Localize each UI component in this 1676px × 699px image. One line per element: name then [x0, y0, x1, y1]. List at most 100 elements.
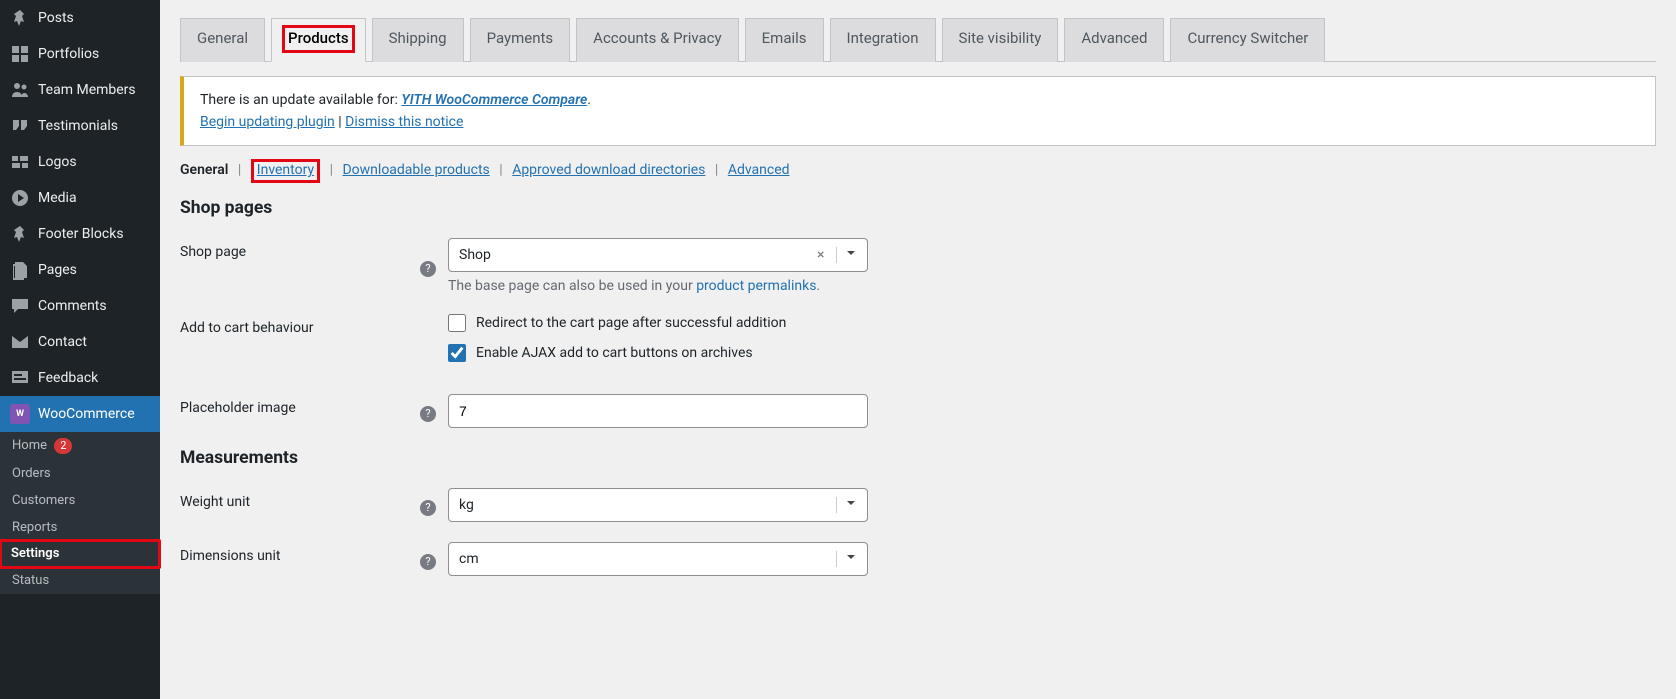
- help-icon[interactable]: ?: [420, 261, 436, 277]
- help-icon[interactable]: ?: [420, 406, 436, 422]
- sidebar-item-footer-blocks[interactable]: Footer Blocks: [0, 216, 160, 252]
- pin-icon: [10, 8, 30, 28]
- pages-icon: [10, 260, 30, 280]
- submenu-label: Orders: [12, 466, 51, 481]
- tab-shipping[interactable]: Shipping: [372, 18, 464, 62]
- mail-icon: [10, 332, 30, 352]
- sidebar-item-label: Logos: [38, 154, 77, 170]
- sidebar-item-label: Pages: [38, 262, 77, 278]
- sidebar-item-feedback[interactable]: Feedback: [0, 360, 160, 396]
- product-permalinks-link[interactable]: product permalinks: [696, 278, 816, 294]
- tab-general[interactable]: General: [180, 18, 265, 62]
- sidebar-item-contact[interactable]: Contact: [0, 324, 160, 360]
- sidebar-item-logos[interactable]: Logos: [0, 144, 160, 180]
- chevron-down-icon: [836, 497, 857, 513]
- settings-tabs: General Products Shipping Payments Accou…: [180, 18, 1656, 62]
- submenu-label: Status: [12, 573, 49, 588]
- sidebar-item-posts[interactable]: Posts: [0, 0, 160, 36]
- submenu-label: Settings: [11, 546, 59, 561]
- shop-page-label: Shop page: [180, 238, 420, 260]
- notice-text: There is an update available for:: [200, 92, 401, 108]
- comment-icon: [10, 296, 30, 316]
- submenu-item-settings[interactable]: Settings: [0, 539, 161, 569]
- placeholder-image-input[interactable]: [448, 394, 868, 428]
- tab-emails[interactable]: Emails: [745, 18, 824, 62]
- sidebar-item-comments[interactable]: Comments: [0, 288, 160, 324]
- tab-payments[interactable]: Payments: [470, 18, 571, 62]
- sidebar-item-label: Portfolios: [38, 46, 99, 62]
- field-add-to-cart: Add to cart behaviour Redirect to the ca…: [180, 314, 1656, 374]
- redirect-label: Redirect to the cart page after successf…: [476, 315, 786, 331]
- tab-products[interactable]: Products: [271, 18, 366, 62]
- help-icon[interactable]: ?: [420, 554, 436, 570]
- section-measurements: Measurements: [180, 448, 1656, 468]
- submenu-item-reports[interactable]: Reports: [0, 514, 160, 541]
- tab-accounts-privacy[interactable]: Accounts & Privacy: [576, 18, 738, 62]
- tab-currency-switcher[interactable]: Currency Switcher: [1170, 18, 1325, 62]
- submenu-item-customers[interactable]: Customers: [0, 487, 160, 514]
- clear-icon[interactable]: ×: [813, 247, 828, 263]
- add-to-cart-label: Add to cart behaviour: [180, 314, 420, 336]
- chevron-down-icon: [836, 551, 857, 567]
- ajax-checkbox[interactable]: [448, 344, 466, 362]
- submenu-item-orders[interactable]: Orders: [0, 460, 160, 487]
- sidebar-item-label: Media: [38, 190, 77, 206]
- tab-integration[interactable]: Integration: [830, 18, 936, 62]
- placeholder-image-label: Placeholder image: [180, 394, 420, 416]
- redirect-checkbox[interactable]: [448, 314, 466, 332]
- sidebar-item-label: Testimonials: [38, 118, 118, 134]
- ajax-label: Enable AJAX add to cart buttons on archi…: [476, 345, 753, 361]
- woocommerce-submenu: Home 2 Orders Customers Reports Settings…: [0, 432, 160, 594]
- users-icon: [10, 80, 30, 100]
- sidebar-item-pages[interactable]: Pages: [0, 252, 160, 288]
- sidebar-item-media[interactable]: Media: [0, 180, 160, 216]
- dismiss-notice-link[interactable]: Dismiss this notice: [345, 114, 463, 130]
- update-notice: There is an update available for: YITH W…: [180, 76, 1656, 147]
- sidebar-item-label: Footer Blocks: [38, 226, 124, 242]
- sidebar-item-label: Comments: [38, 298, 107, 314]
- sidebar-item-label: Contact: [38, 334, 87, 350]
- submenu-item-home[interactable]: Home 2: [0, 432, 160, 460]
- subnav-inventory[interactable]: Inventory: [251, 159, 320, 183]
- begin-updating-link[interactable]: Begin updating plugin: [200, 114, 335, 130]
- weight-unit-value: kg: [459, 497, 474, 513]
- sidebar-item-team-members[interactable]: Team Members: [0, 72, 160, 108]
- media-icon: [10, 188, 30, 208]
- notice-plugin-link[interactable]: YITH WooCommerce Compare: [401, 92, 587, 108]
- shop-page-value: Shop: [459, 247, 491, 263]
- subnav-downloadable-products[interactable]: Downloadable products: [342, 162, 489, 178]
- sidebar-item-label: Feedback: [38, 370, 98, 386]
- weight-unit-label: Weight unit: [180, 488, 420, 510]
- submenu-label: Customers: [12, 493, 75, 508]
- sidebar-item-woocommerce[interactable]: W WooCommerce: [0, 396, 160, 432]
- sidebar-item-portfolios[interactable]: Portfolios: [0, 36, 160, 72]
- feedback-icon: [10, 368, 30, 388]
- products-subnav: General | Inventory | Downloadable produ…: [180, 162, 1656, 178]
- quote-icon: [10, 116, 30, 136]
- sidebar-item-label: Posts: [38, 10, 74, 26]
- shop-page-description: The base page can also be used in your p…: [448, 278, 1088, 294]
- woo-icon: W: [10, 404, 30, 424]
- subnav-approved-download-directories[interactable]: Approved download directories: [512, 162, 705, 178]
- dimensions-unit-value: cm: [459, 551, 479, 567]
- submenu-label: Home: [12, 438, 47, 453]
- subnav-advanced[interactable]: Advanced: [728, 162, 790, 178]
- subnav-general[interactable]: General: [180, 162, 228, 178]
- weight-unit-select[interactable]: kg: [448, 488, 868, 522]
- help-icon[interactable]: ?: [420, 500, 436, 516]
- submenu-item-status[interactable]: Status: [0, 567, 160, 594]
- tab-site-visibility[interactable]: Site visibility: [942, 18, 1059, 62]
- sidebar-item-testimonials[interactable]: Testimonials: [0, 108, 160, 144]
- field-placeholder-image: Placeholder image ?: [180, 394, 1656, 428]
- pin-icon: [10, 224, 30, 244]
- field-shop-page: Shop page ? Shop × The base page can als…: [180, 238, 1656, 294]
- chevron-down-icon: [836, 247, 857, 263]
- update-badge: 2: [54, 438, 72, 454]
- section-shop-pages: Shop pages: [180, 198, 1656, 218]
- squares-icon: [10, 152, 30, 172]
- dimensions-unit-select[interactable]: cm: [448, 542, 868, 576]
- shop-page-select[interactable]: Shop ×: [448, 238, 868, 272]
- dimensions-unit-label: Dimensions unit: [180, 542, 420, 564]
- main-content: General Products Shipping Payments Accou…: [160, 0, 1676, 699]
- tab-advanced[interactable]: Advanced: [1064, 18, 1164, 62]
